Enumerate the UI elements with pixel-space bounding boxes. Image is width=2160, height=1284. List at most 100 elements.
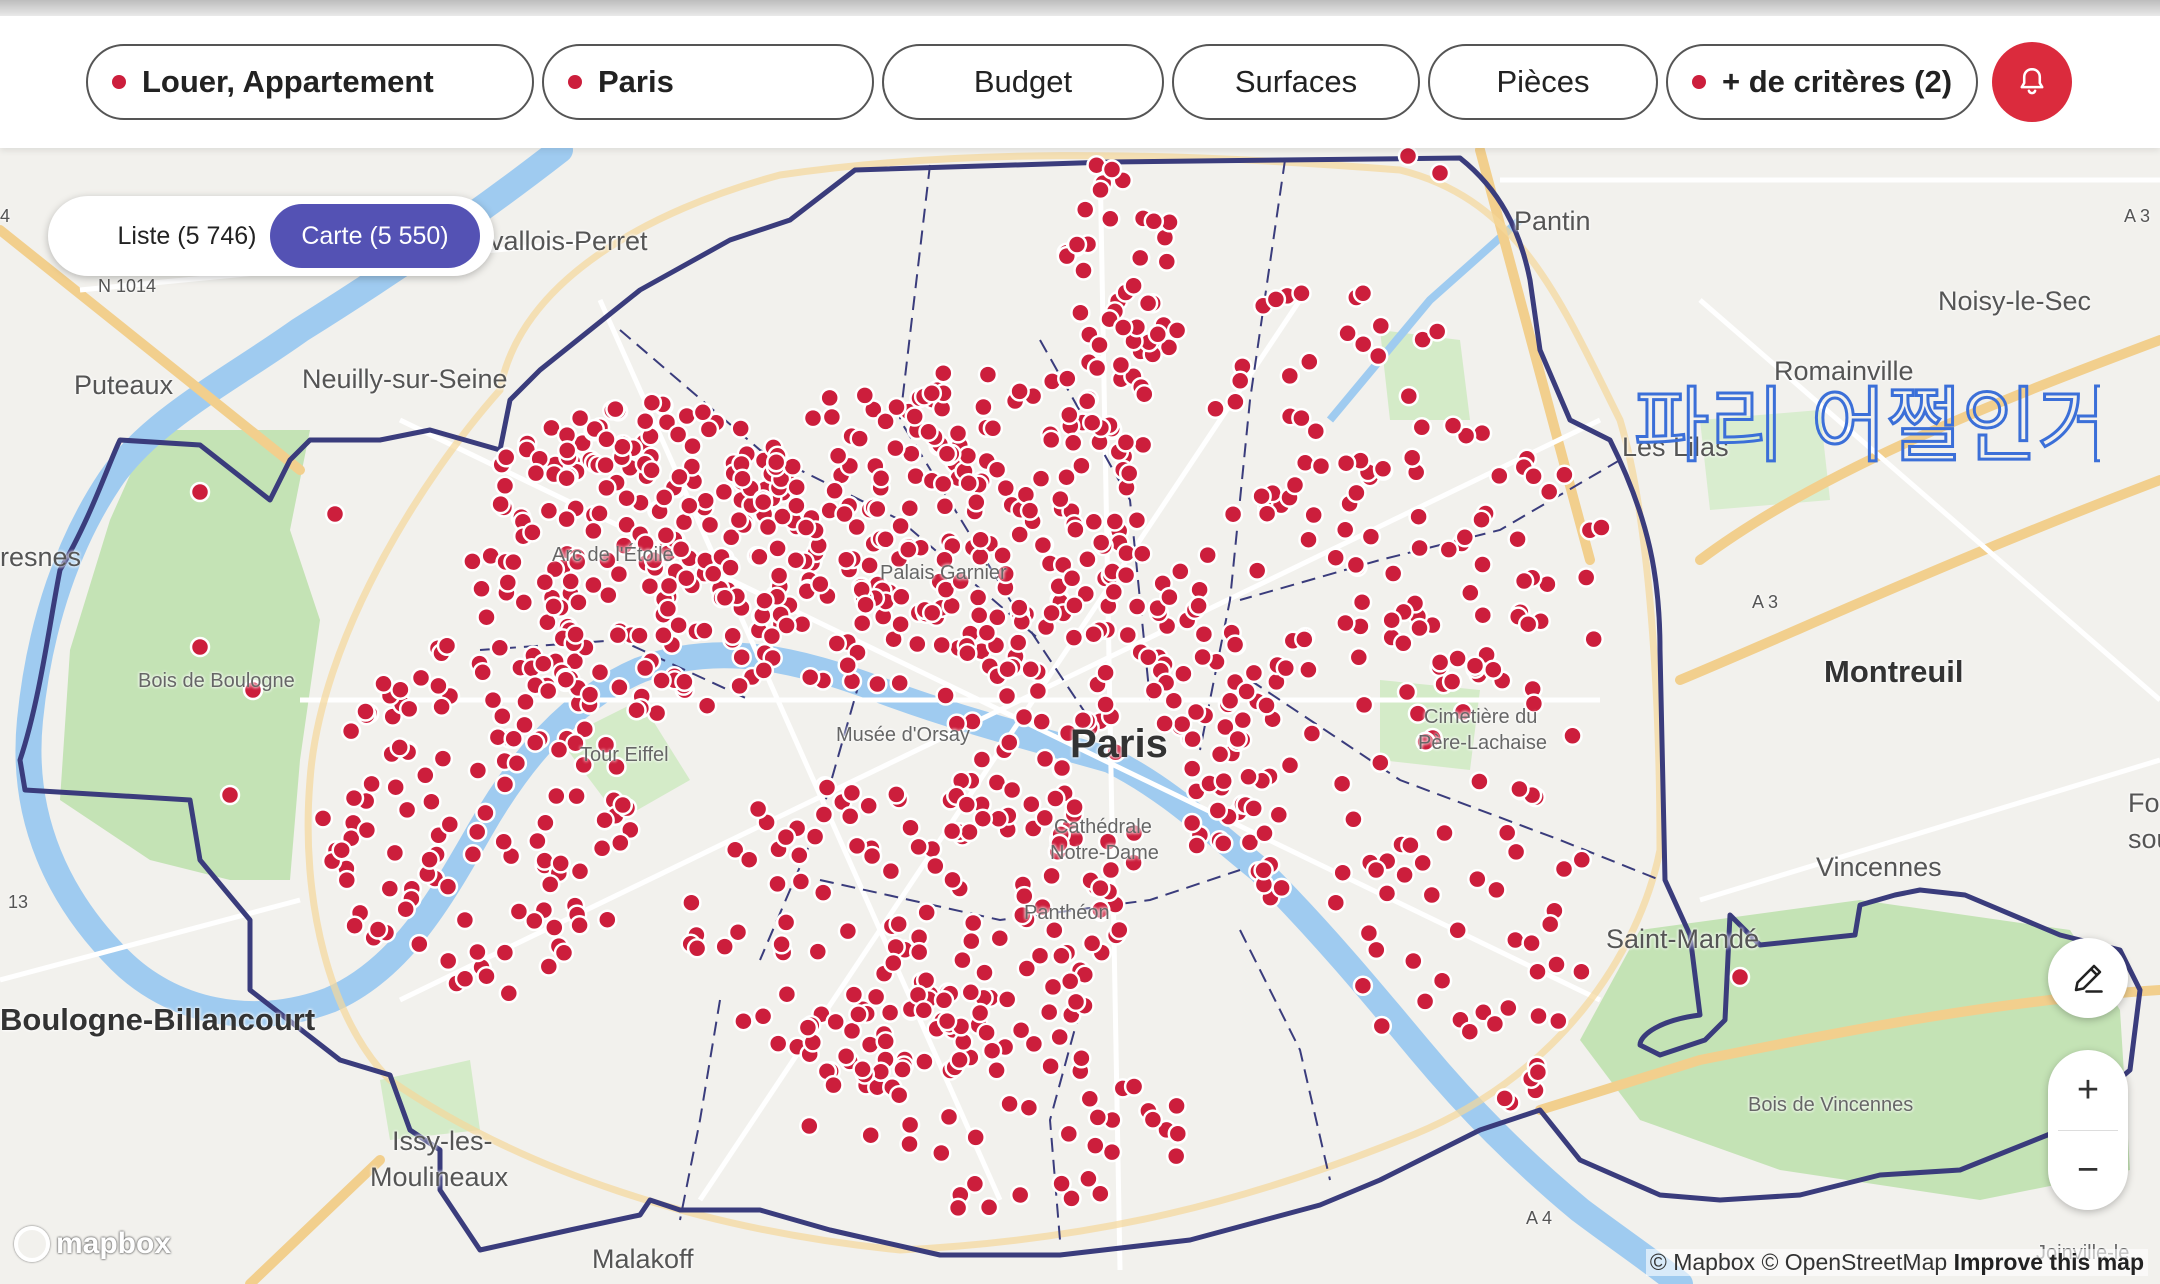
listing-marker[interactable]	[668, 614, 689, 636]
listing-marker[interactable]	[494, 475, 516, 497]
listing-marker[interactable]	[848, 1004, 869, 1025]
listing-marker[interactable]	[610, 832, 631, 854]
listing-marker[interactable]	[1546, 954, 1567, 975]
listing-marker[interactable]	[1345, 554, 1367, 576]
listing-marker[interactable]	[634, 410, 656, 432]
listing-marker[interactable]	[1064, 595, 1085, 616]
listing-marker[interactable]	[1134, 383, 1155, 405]
listing-marker[interactable]	[966, 492, 987, 513]
listing-marker[interactable]	[1059, 404, 1080, 426]
listing-marker[interactable]	[1246, 560, 1268, 581]
listing-marker[interactable]	[1038, 1001, 1060, 1023]
listing-marker[interactable]	[752, 1006, 774, 1027]
listing-marker[interactable]	[1050, 488, 1071, 510]
listing-marker[interactable]	[439, 814, 461, 835]
listing-marker[interactable]	[1181, 758, 1203, 779]
listing-marker[interactable]	[775, 826, 797, 848]
listing-marker[interactable]	[1243, 662, 1265, 684]
listing-marker[interactable]	[768, 565, 790, 586]
listing-marker[interactable]	[859, 555, 880, 576]
listing-marker[interactable]	[1467, 868, 1488, 890]
listing-marker[interactable]	[503, 728, 524, 749]
listing-marker[interactable]	[714, 587, 736, 609]
listing-marker[interactable]	[1268, 804, 1290, 826]
listing-marker[interactable]	[870, 468, 892, 489]
listing-marker[interactable]	[454, 968, 476, 990]
listing-marker[interactable]	[454, 909, 476, 931]
listing-marker[interactable]	[1137, 293, 1159, 314]
listing-marker[interactable]	[1182, 728, 1203, 750]
listing-marker[interactable]	[607, 624, 629, 646]
listing-marker[interactable]	[467, 760, 489, 781]
listing-marker[interactable]	[1528, 1005, 1549, 1027]
listing-marker[interactable]	[958, 472, 979, 494]
listing-marker[interactable]	[1142, 1109, 1164, 1130]
listing-marker[interactable]	[634, 657, 656, 679]
listing-marker[interactable]	[398, 698, 420, 720]
listing-marker[interactable]	[373, 673, 394, 695]
listing-marker[interactable]	[1236, 681, 1257, 702]
listing-marker[interactable]	[860, 1124, 881, 1146]
listing-marker[interactable]	[1397, 148, 1419, 167]
listing-marker[interactable]	[976, 1022, 997, 1043]
listing-marker[interactable]	[1166, 1095, 1187, 1117]
listing-marker[interactable]	[802, 407, 824, 429]
listing-marker[interactable]	[852, 1059, 873, 1080]
listing-marker[interactable]	[851, 612, 873, 634]
listing-marker[interactable]	[965, 1127, 986, 1148]
listing-marker[interactable]	[1469, 771, 1490, 792]
listing-marker[interactable]	[385, 776, 406, 798]
listing-marker[interactable]	[1571, 849, 1593, 871]
listing-marker[interactable]	[1434, 822, 1455, 844]
listing-marker[interactable]	[312, 808, 334, 829]
listing-marker[interactable]	[1147, 324, 1169, 345]
listing-marker[interactable]	[1009, 1184, 1031, 1206]
listing-marker[interactable]	[1335, 452, 1357, 474]
listing-marker[interactable]	[747, 798, 769, 820]
listing-marker[interactable]	[1360, 526, 1382, 547]
listing-marker[interactable]	[1123, 275, 1144, 296]
listing-marker[interactable]	[1156, 251, 1178, 272]
listing-marker[interactable]	[1441, 671, 1463, 692]
listing-marker[interactable]	[932, 473, 954, 495]
listing-marker[interactable]	[1007, 632, 1029, 653]
listing-marker[interactable]	[1291, 407, 1312, 429]
listing-marker[interactable]	[1365, 859, 1387, 881]
listing-marker[interactable]	[692, 402, 714, 423]
listing-marker[interactable]	[890, 613, 911, 635]
listing-marker[interactable]	[1325, 547, 1346, 568]
listing-marker[interactable]	[839, 806, 861, 827]
listing-marker[interactable]	[722, 625, 743, 647]
listing-marker[interactable]	[1117, 624, 1139, 646]
listing-marker[interactable]	[1192, 646, 1213, 668]
listing-marker[interactable]	[490, 493, 511, 515]
alert-button[interactable]	[1992, 42, 2072, 122]
listing-marker[interactable]	[498, 983, 520, 1004]
listing-marker[interactable]	[1367, 345, 1389, 367]
listing-marker[interactable]	[1523, 466, 1544, 487]
map-canvas[interactable]: vallois-Perret Neuilly-sur-Seine Puteaux…	[0, 148, 2160, 1284]
filter-location[interactable]: Paris	[542, 44, 874, 120]
listing-marker[interactable]	[1381, 609, 1402, 631]
listing-marker[interactable]	[843, 984, 865, 1005]
listing-marker[interactable]	[356, 819, 378, 841]
listing-marker[interactable]	[1346, 482, 1367, 504]
listing-marker[interactable]	[1401, 447, 1423, 468]
listing-marker[interactable]	[1394, 864, 1415, 886]
listing-marker[interactable]	[1298, 529, 1319, 550]
listing-marker[interactable]	[1498, 997, 1519, 1019]
listing-marker[interactable]	[970, 529, 991, 550]
listing-marker[interactable]	[1332, 862, 1353, 883]
listing-marker[interactable]	[596, 477, 617, 499]
listing-marker[interactable]	[361, 773, 382, 795]
listing-marker[interactable]	[641, 460, 662, 481]
listing-marker[interactable]	[1167, 1123, 1189, 1144]
listing-marker[interactable]	[1126, 509, 1148, 531]
listing-marker[interactable]	[657, 598, 679, 620]
listing-marker[interactable]	[476, 965, 497, 987]
listing-marker[interactable]	[1591, 517, 1612, 538]
listing-marker[interactable]	[819, 387, 840, 409]
listing-marker[interactable]	[1370, 315, 1392, 337]
listing-marker[interactable]	[1238, 766, 1259, 788]
listing-marker[interactable]	[597, 909, 618, 930]
